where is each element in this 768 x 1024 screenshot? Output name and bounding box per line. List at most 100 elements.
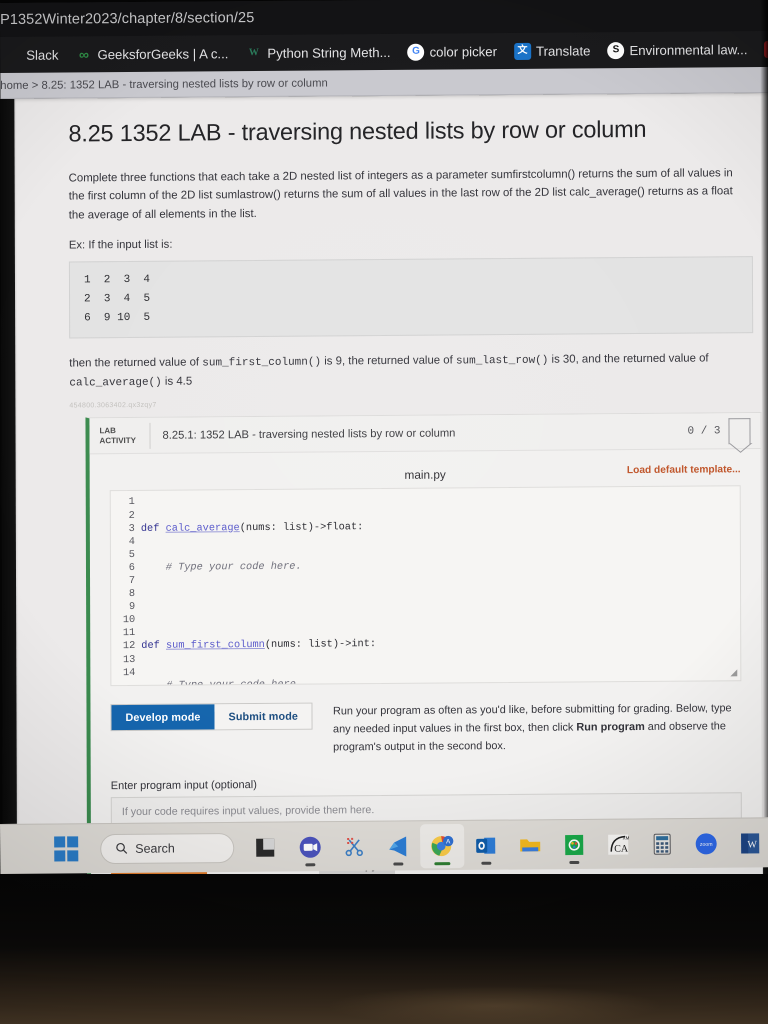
svg-text:W: W <box>747 839 757 850</box>
code-editor[interactable]: 1 2 3 4 5 6 7 8 9 10 11 12 13 14 def cal… <box>109 485 742 687</box>
w3schools-icon: W <box>248 46 259 59</box>
lab-activity-header: LAB ACTIVITY 8.25.1: 1352 LAB - traversi… <box>89 413 761 455</box>
then-prefix: then the returned value of <box>69 356 203 370</box>
taskbar-search-label: Search <box>135 840 175 856</box>
file-explorer-icon <box>256 838 275 857</box>
bookmark-python-string-methods[interactable]: W Python String Meth... <box>241 41 394 63</box>
mode-row: Develop mode Submit mode Run your progra… <box>90 681 761 758</box>
taskbar-item-calculator[interactable] <box>640 822 684 866</box>
microsoft-teams-icon <box>299 836 321 858</box>
example-intro: Ex: If the input list is: <box>68 239 173 252</box>
then-mid-2: is 30, and the returned value of <box>548 352 709 366</box>
expected-results-text: then the returned value of sum_first_col… <box>69 349 741 393</box>
line-number: 4 <box>128 535 135 548</box>
then-mid-1: is 9, the returned value of <box>321 354 456 368</box>
code-line: def calc_average(nums: list)->float: <box>140 520 364 535</box>
line-number: 3 <box>128 522 135 535</box>
bookmarks-bar: Slack ∞ GeeksforGeeks | A c... W Python … <box>0 30 768 74</box>
taskbar-item-green-app[interactable] <box>552 822 596 866</box>
taskbar-item-file-explorer[interactable] <box>244 825 288 869</box>
zoom-icon: zoom <box>695 832 717 854</box>
bookmark-label: GeeksforGeeks | A c... <box>97 45 229 62</box>
lab-description: Complete three functions that each take … <box>68 167 733 222</box>
bookmark-label: Translate <box>535 42 591 59</box>
page-watermark: 454800.3063402.qx3zqy7 <box>69 402 157 410</box>
taskbar-item-snipping-tool[interactable] <box>332 824 376 868</box>
globe-icon: S <box>607 41 625 59</box>
score-shield-icon <box>728 418 752 453</box>
outlook-icon <box>476 837 496 854</box>
bookmark-environmental-law[interactable]: S Environmental law... <box>603 39 751 61</box>
mode-help-text: Run your program as often as you'd like,… <box>333 700 742 757</box>
code-content[interactable]: def calc_average(nums: list)->float: # T… <box>141 492 742 687</box>
bookmark-slack[interactable]: Slack <box>0 44 62 65</box>
editor-resize-handle[interactable]: ◢ <box>730 668 737 679</box>
desk-reflection <box>330 986 660 1024</box>
line-number: 14 <box>122 666 136 679</box>
taskbar-item-visual-studio-code[interactable] <box>376 824 420 868</box>
code-line: def sum_first_column(nums: list)->int: <box>141 638 377 653</box>
line-number: 2 <box>128 509 135 522</box>
score-text: 0 / 3 <box>687 425 721 438</box>
line-number: 11 <box>122 627 136 640</box>
page-content: 8.25 1352 LAB - traversing nested lists … <box>14 92 768 881</box>
submit-mode-button[interactable]: Submit mode <box>214 703 313 730</box>
run-program-emphasis: Run program <box>576 721 645 734</box>
taskbar-search[interactable]: Search <box>100 832 235 864</box>
taskbar-item-file-folder[interactable] <box>508 823 552 867</box>
load-default-template-link[interactable]: Load default template... <box>627 465 741 477</box>
google-translate-icon: 文 <box>513 42 532 60</box>
calculator-icon <box>653 833 671 855</box>
browser-window: P1352Winter2023/chapter/8/section/25 Sla… <box>0 0 768 888</box>
windows-logo-icon <box>53 836 79 862</box>
code-editor-section: main.py Load default template... 1 2 3 4 <box>90 449 762 687</box>
lab-activity-badge: LAB ACTIVITY <box>89 425 149 446</box>
word-icon: W <box>741 832 760 854</box>
taskbar-item-word[interactable]: W <box>728 821 768 865</box>
code-line: # Type your code here. <box>165 560 302 574</box>
laptop-screen-photo: P1352Winter2023/chapter/8/section/25 Sla… <box>0 0 768 1024</box>
lab-badge-line-1: LAB <box>99 425 116 435</box>
bookmark-label: Slack <box>26 47 59 63</box>
develop-mode-button[interactable]: Develop mode <box>111 704 215 731</box>
fn-calc-average: calc_average() <box>69 377 162 390</box>
bookmark-label: Python String Meth... <box>267 44 391 61</box>
line-number: 10 <box>122 614 136 627</box>
taskbar-item-ca-app[interactable]: CA XM <box>596 822 640 866</box>
ca-app-icon: CA XM <box>608 834 630 855</box>
bookmark-label: color picker <box>429 43 498 60</box>
green-app-icon <box>565 834 584 855</box>
taskbar-item-outlook[interactable] <box>464 823 508 867</box>
lab-badge-line-2: ACTIVITY <box>99 435 137 446</box>
taskbar-item-google-chrome[interactable]: A <box>420 823 465 868</box>
slack-icon <box>4 46 21 63</box>
geeksforgeeks-icon: ∞ <box>78 46 89 63</box>
taskbar-item-zoom[interactable]: zoom <box>684 821 728 865</box>
shield-point-icon <box>729 443 752 453</box>
bookmark-geeksforgeeks[interactable]: ∞ GeeksforGeeks | A c... <box>71 43 232 65</box>
svg-text:zoom: zoom <box>700 841 713 847</box>
bookmark-label: Environmental law... <box>629 41 748 58</box>
taskbar-item-microsoft-teams[interactable] <box>288 825 332 869</box>
address-bar-url: P1352Winter2023/chapter/8/section/25 <box>0 10 255 29</box>
snipping-tool-icon <box>345 837 363 856</box>
line-number: 7 <box>128 574 136 587</box>
bookmark-color-picker[interactable]: G color picker <box>404 41 502 63</box>
line-number: 5 <box>128 548 135 561</box>
line-number-gutter: 1 2 3 4 5 6 7 8 9 10 11 12 13 14 <box>111 496 143 686</box>
line-number: 9 <box>128 601 136 614</box>
mode-toggle-group: Develop mode Submit mode <box>110 702 314 732</box>
svg-text:A: A <box>446 838 451 845</box>
google-chrome-icon: A <box>431 835 454 856</box>
line-number: 6 <box>128 561 136 574</box>
line-number: 8 <box>128 588 136 601</box>
line-number: 1 <box>128 496 135 509</box>
breadcrumb-text[interactable]: home > 8.25: 1352 LAB - traversing neste… <box>0 77 328 92</box>
then-suffix: is 4.5 <box>161 375 193 389</box>
start-button[interactable] <box>44 827 88 871</box>
bookmark-translate[interactable]: 文 Translate <box>510 40 595 62</box>
file-folder-icon <box>520 838 541 851</box>
score-area: 0 / 3 <box>687 418 760 453</box>
fn-sum-first-column: sum_first_column() <box>202 356 322 370</box>
